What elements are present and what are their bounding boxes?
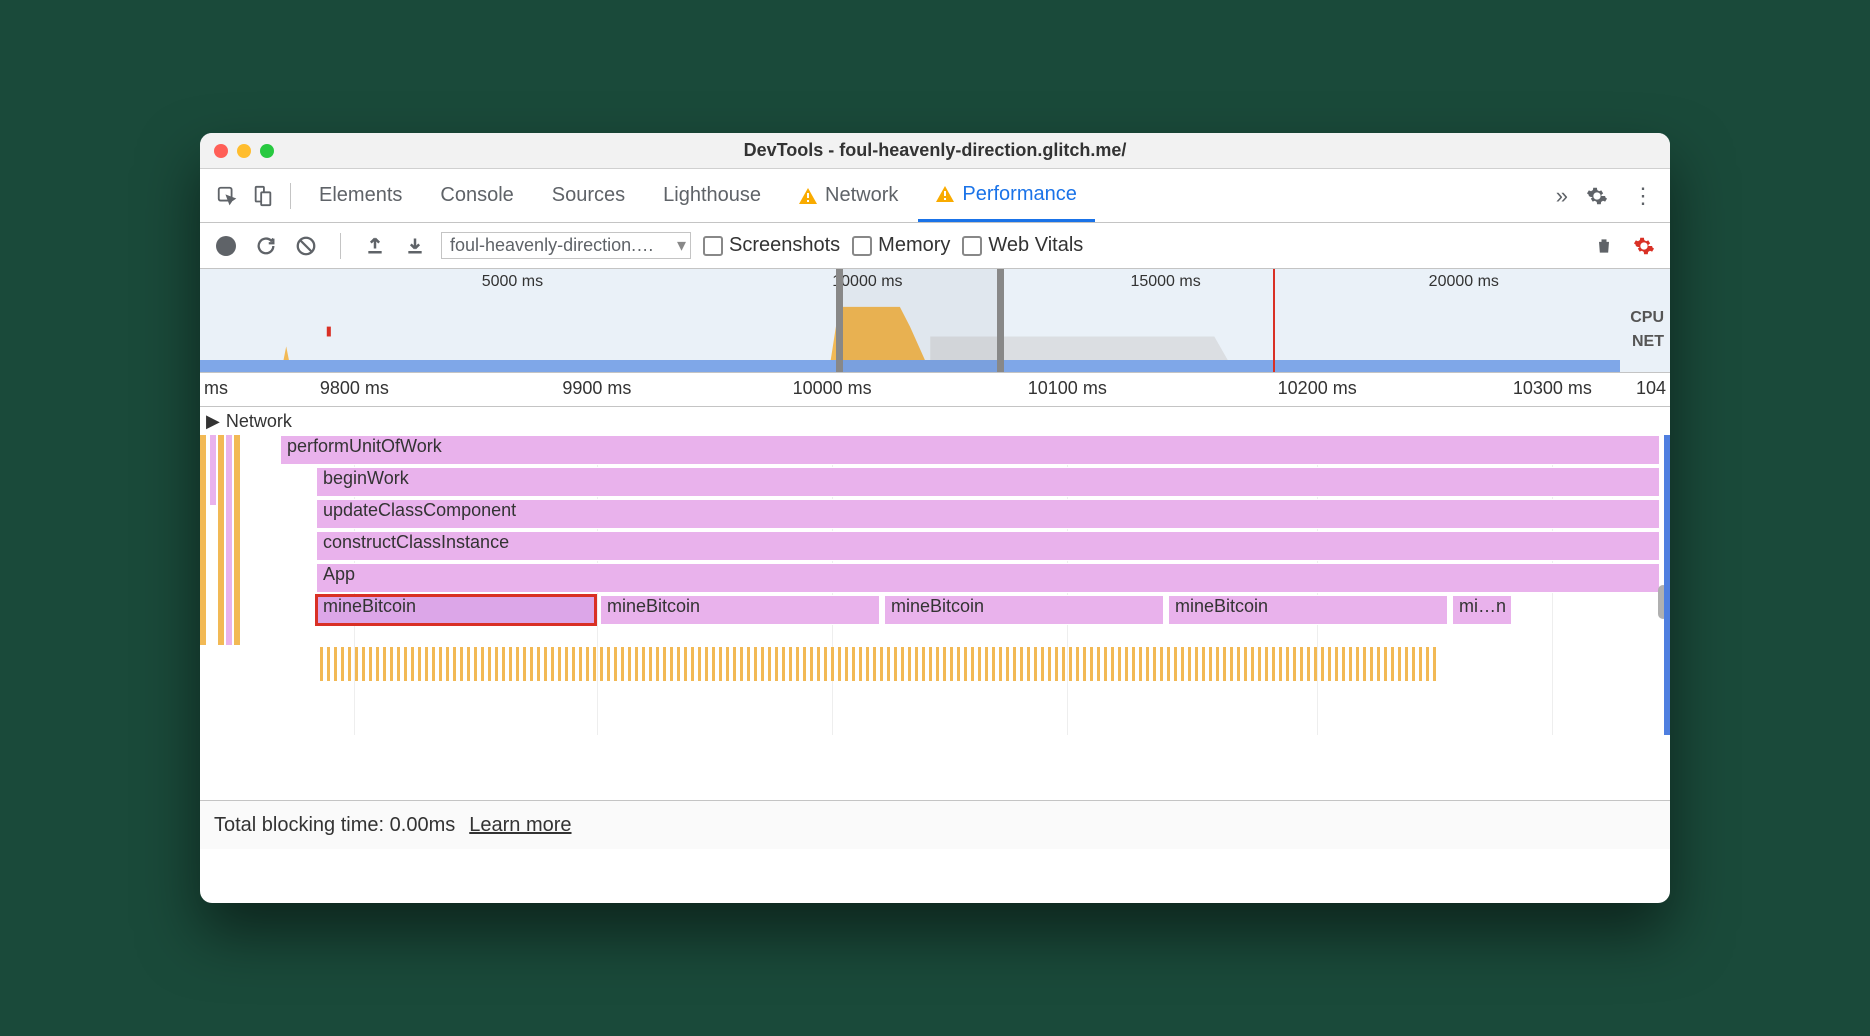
- flame-bar-performunitofwork[interactable]: performUnitOfWork: [280, 435, 1660, 465]
- tab-elements[interactable]: Elements: [301, 169, 420, 222]
- timeline-overview[interactable]: 5000 ms 10000 ms 15000 ms 20000 ms CPU N…: [200, 269, 1670, 373]
- overview-tick: 15000 ms: [1130, 273, 1200, 291]
- ruler-tick: 104: [1636, 378, 1666, 399]
- overview-marker: [1273, 269, 1275, 372]
- trash-icon[interactable]: [1590, 232, 1618, 260]
- titlebar: DevTools - foul-heavenly-direction.glitc…: [200, 133, 1670, 169]
- tbt-label: Total blocking time:: [214, 814, 390, 836]
- overview-lane-net: NET: [1630, 333, 1664, 351]
- overview-lane-cpu: CPU: [1630, 309, 1664, 327]
- overview-tick: 20000 ms: [1429, 273, 1499, 291]
- flame-task-ticks: [320, 647, 1670, 681]
- window-title: DevTools - foul-heavenly-direction.glitc…: [200, 140, 1670, 161]
- device-toolbar-icon[interactable]: [246, 179, 280, 213]
- ruler-tick: 10000 ms: [793, 378, 872, 399]
- track-network[interactable]: ▶ Network: [200, 407, 1670, 435]
- memory-checkbox[interactable]: Memory: [852, 234, 950, 257]
- flame-bar-constructclassinstance[interactable]: constructClassInstance: [316, 531, 1660, 561]
- details-pane[interactable]: [200, 735, 1670, 801]
- flame-bar-app[interactable]: App: [316, 563, 1660, 593]
- tab-performance[interactable]: Performance: [918, 169, 1095, 222]
- ruler-tick: 9900 ms: [562, 378, 631, 399]
- flame-bar-minebitcoin-selected[interactable]: mineBitcoin: [316, 595, 596, 625]
- window-close-button[interactable]: [214, 144, 228, 158]
- warning-icon: [799, 188, 817, 204]
- clear-button[interactable]: [292, 232, 320, 260]
- tab-console[interactable]: Console: [422, 169, 531, 222]
- flame-bar-minebitcoin[interactable]: mineBitcoin: [600, 595, 880, 625]
- overview-selection-handle-left[interactable]: [836, 269, 843, 372]
- recording-select[interactable]: foul-heavenly-direction.…: [441, 232, 691, 259]
- inspect-element-icon[interactable]: [210, 179, 244, 213]
- overview-selection-handle-right[interactable]: [997, 269, 1004, 372]
- flame-bar-beginwork[interactable]: beginWork: [316, 467, 1660, 497]
- flamechart[interactable]: performUnitOfWork beginWork updateClassC…: [200, 435, 1670, 735]
- warning-icon: [936, 186, 954, 202]
- tbt-value: 0.00ms: [390, 814, 456, 836]
- load-profile-icon[interactable]: [361, 232, 389, 260]
- tab-lighthouse[interactable]: Lighthouse: [645, 169, 779, 222]
- tab-network-label: Network: [825, 184, 898, 207]
- tabs-overflow-icon[interactable]: »: [1556, 183, 1568, 209]
- flamechart-ruler[interactable]: ms 9800 ms 9900 ms 10000 ms 10100 ms 102…: [200, 373, 1670, 407]
- learn-more-link[interactable]: Learn more: [469, 814, 571, 837]
- window-minimize-button[interactable]: [237, 144, 251, 158]
- ruler-tick: 10200 ms: [1278, 378, 1357, 399]
- window-zoom-button[interactable]: [260, 144, 274, 158]
- flame-bar-updateclasscomponent[interactable]: updateClassComponent: [316, 499, 1660, 529]
- tab-network[interactable]: Network: [781, 169, 916, 222]
- overview-tick: 5000 ms: [482, 273, 543, 291]
- disclosure-triangle-icon[interactable]: ▶: [206, 411, 220, 432]
- performance-toolbar: foul-heavenly-direction.… Screenshots Me…: [200, 223, 1670, 269]
- ruler-tick: 9800 ms: [320, 378, 389, 399]
- flame-bar-minebitcoin-truncated[interactable]: mi…n: [1452, 595, 1512, 625]
- screenshots-checkbox[interactable]: Screenshots: [703, 234, 840, 257]
- capture-settings-icon[interactable]: [1630, 232, 1658, 260]
- status-footer: Total blocking time: 0.00ms Learn more: [200, 801, 1670, 849]
- settings-icon[interactable]: [1580, 179, 1614, 213]
- flame-bar-minebitcoin[interactable]: mineBitcoin: [1168, 595, 1448, 625]
- ruler-tick: ms: [204, 378, 228, 399]
- flame-right-edge: [1664, 435, 1670, 735]
- ruler-tick: 10100 ms: [1028, 378, 1107, 399]
- tab-performance-label: Performance: [962, 183, 1077, 206]
- save-profile-icon[interactable]: [401, 232, 429, 260]
- more-menu-icon[interactable]: ⋮: [1626, 179, 1660, 213]
- ruler-tick: 10300 ms: [1513, 378, 1592, 399]
- tab-sources[interactable]: Sources: [534, 169, 643, 222]
- devtools-tabs: Elements Console Sources Lighthouse Netw…: [200, 169, 1670, 223]
- webvitals-checkbox[interactable]: Web Vitals: [962, 234, 1083, 257]
- reload-button[interactable]: [252, 232, 280, 260]
- record-button[interactable]: [212, 232, 240, 260]
- flame-bar-minebitcoin[interactable]: mineBitcoin: [884, 595, 1164, 625]
